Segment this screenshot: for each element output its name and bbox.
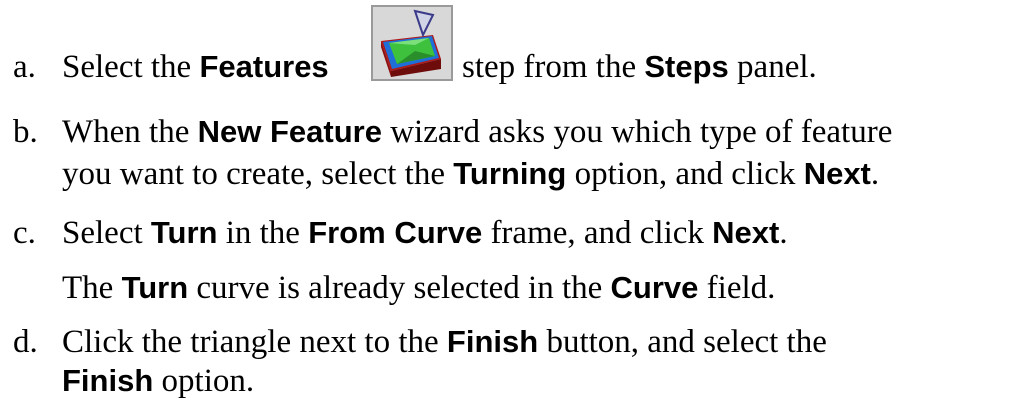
- step-text: .: [870, 156, 880, 192]
- finish-label: Finish: [446, 324, 539, 359]
- step-a-text-rest: step from the Steps panel.: [462, 48, 817, 86]
- step-text: option, and click: [566, 156, 804, 192]
- curve-label: Curve: [610, 270, 699, 305]
- step-d-line-1: Click the triangle next to the Finish bu…: [62, 323, 827, 361]
- step-c-text: Select Turn in the From Curve frame, and…: [62, 214, 788, 252]
- step-text: field.: [698, 270, 776, 306]
- finish-label: Finish: [62, 363, 154, 398]
- step-text: When the: [62, 114, 198, 150]
- instruction-page: a. Select the Features step from the Ste…: [0, 0, 1027, 403]
- step-marker: d.: [13, 324, 38, 360]
- step-b-line-2: you want to create, select the Turning o…: [62, 155, 879, 193]
- features-step-icon: [371, 5, 453, 81]
- step-text: .: [779, 215, 788, 251]
- step-text: in the: [217, 215, 309, 251]
- step-text: The: [62, 270, 122, 306]
- step-marker: b.: [13, 114, 38, 150]
- new-feature-label: New Feature: [197, 114, 382, 149]
- step-d-line-2: Finish option.: [62, 362, 254, 400]
- step-text: step from the: [462, 49, 645, 85]
- turn-label: Turn: [150, 215, 218, 250]
- steps-label: Steps: [644, 49, 729, 84]
- step-text: Select the: [62, 49, 200, 85]
- step-text: Select: [62, 215, 151, 251]
- step-text: option.: [153, 363, 255, 399]
- step-a-text: Select the Features: [62, 48, 329, 86]
- step-text: button, and select the: [538, 324, 827, 360]
- step-text: you want to create, select the: [62, 156, 454, 192]
- step-text: wizard asks you which type of feature: [381, 114, 893, 150]
- step-marker: c.: [13, 215, 36, 251]
- step-text: Click the triangle next to the: [62, 324, 447, 360]
- step-b-line-1: When the New Feature wizard asks you whi…: [62, 113, 892, 151]
- features-label: Features: [199, 49, 329, 84]
- step-marker: a.: [13, 49, 36, 85]
- turning-label: Turning: [453, 156, 567, 191]
- next-label: Next: [712, 215, 780, 250]
- from-curve-label: From Curve: [308, 215, 483, 250]
- step-text: frame, and click: [482, 215, 713, 251]
- step-text: panel.: [728, 49, 817, 85]
- note-text: The Turn curve is already selected in th…: [62, 269, 775, 307]
- turn-label: Turn: [121, 270, 189, 305]
- next-label: Next: [803, 156, 871, 191]
- step-text: curve is already selected in the: [188, 270, 611, 306]
